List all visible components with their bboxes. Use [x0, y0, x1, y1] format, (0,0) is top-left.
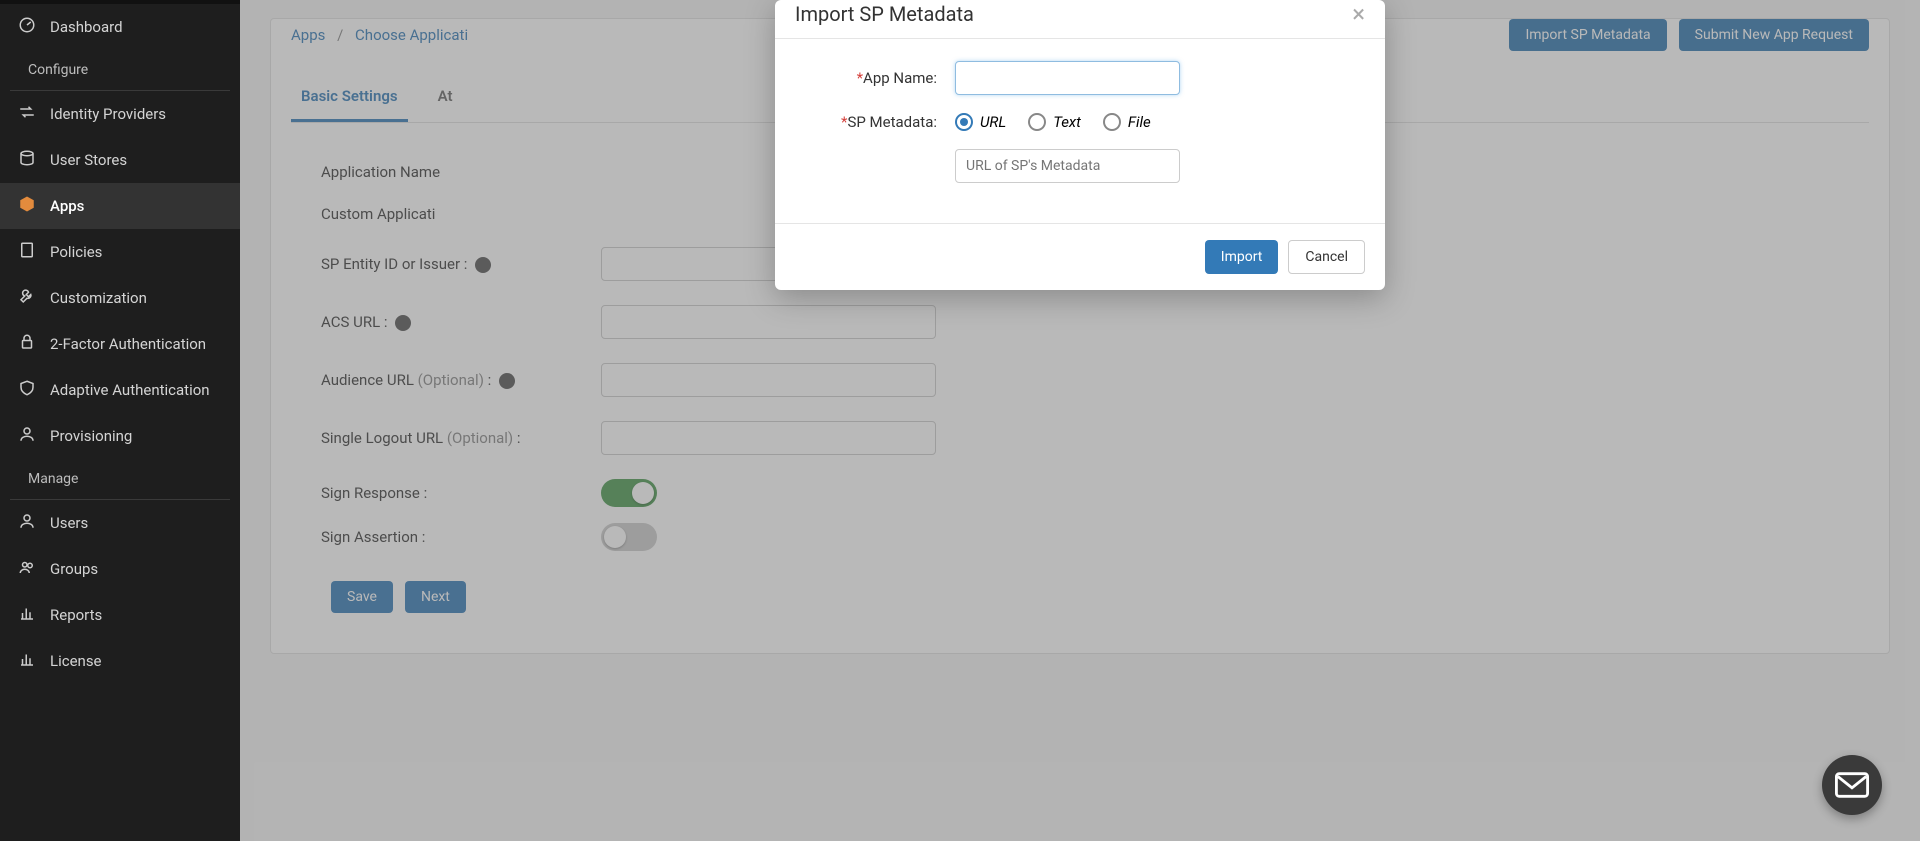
app-name-input[interactable]	[955, 61, 1180, 95]
sidebar-item-users[interactable]: Users	[0, 500, 240, 546]
sidebar-label: Identity Providers	[50, 105, 166, 123]
sidebar-label: Reports	[50, 606, 102, 624]
sidebar: Dashboard Configure Identity Providers U…	[0, 0, 240, 841]
database-icon	[18, 149, 36, 171]
sidebar-label: 2-Factor Authentication	[50, 335, 206, 353]
radio-text[interactable]: Text	[1028, 113, 1081, 131]
lock-icon	[18, 333, 36, 355]
user-icon	[18, 425, 36, 447]
user-icon	[18, 512, 36, 534]
sidebar-label: Dashboard	[50, 18, 123, 36]
sidebar-item-provisioning[interactable]: Provisioning	[0, 413, 240, 459]
sidebar-item-reports[interactable]: Reports	[0, 592, 240, 638]
radio-url[interactable]: URL	[955, 113, 1006, 131]
users-icon	[18, 558, 36, 580]
sidebar-item-2fa[interactable]: 2-Factor Authentication	[0, 321, 240, 367]
modal-label-appname: *App Name:	[795, 69, 955, 87]
sidebar-label: Provisioning	[50, 427, 132, 445]
sidebar-label: User Stores	[50, 151, 127, 169]
dashboard-icon	[18, 16, 36, 38]
cancel-button[interactable]: Cancel	[1288, 240, 1365, 274]
sidebar-item-idp[interactable]: Identity Providers	[0, 91, 240, 137]
close-icon[interactable]: ×	[1352, 2, 1365, 26]
modal-label-spmeta: *SP Metadata:	[795, 113, 955, 131]
main-content: Apps / Choose Applicati Import SP Metada…	[240, 0, 1920, 841]
sidebar-section-configure: Configure	[10, 50, 230, 91]
document-icon	[18, 241, 36, 263]
box-icon	[18, 195, 36, 217]
sidebar-label: License	[50, 652, 102, 670]
sidebar-item-apps[interactable]: Apps	[0, 183, 240, 229]
mail-fab[interactable]	[1822, 755, 1882, 815]
exchange-icon	[18, 103, 36, 125]
sidebar-item-customization[interactable]: Customization	[0, 275, 240, 321]
sidebar-item-license[interactable]: License	[0, 638, 240, 684]
sidebar-label: Policies	[50, 243, 102, 261]
modal-title: Import SP Metadata	[795, 2, 974, 26]
import-button[interactable]: Import	[1205, 240, 1279, 274]
sidebar-label: Groups	[50, 560, 98, 578]
radio-file[interactable]: File	[1103, 113, 1151, 131]
metadata-url-input[interactable]	[955, 149, 1180, 183]
sidebar-section-manage: Manage	[10, 459, 230, 500]
sidebar-label: Users	[50, 514, 88, 532]
sidebar-item-dashboard[interactable]: Dashboard	[0, 4, 240, 50]
chart-icon	[18, 650, 36, 672]
wrench-icon	[18, 287, 36, 309]
sidebar-item-adaptive[interactable]: Adaptive Authentication	[0, 367, 240, 413]
sidebar-label: Apps	[50, 197, 84, 215]
sidebar-item-groups[interactable]: Groups	[0, 546, 240, 592]
chart-icon	[18, 604, 36, 626]
sidebar-label: Adaptive Authentication	[50, 381, 210, 399]
sidebar-item-userstores[interactable]: User Stores	[0, 137, 240, 183]
mail-icon	[1835, 772, 1869, 798]
import-sp-metadata-modal: Import SP Metadata × *App Name: *SP Meta…	[775, 0, 1385, 290]
shield-icon	[18, 379, 36, 401]
sidebar-label: Customization	[50, 289, 147, 307]
sidebar-item-policies[interactable]: Policies	[0, 229, 240, 275]
